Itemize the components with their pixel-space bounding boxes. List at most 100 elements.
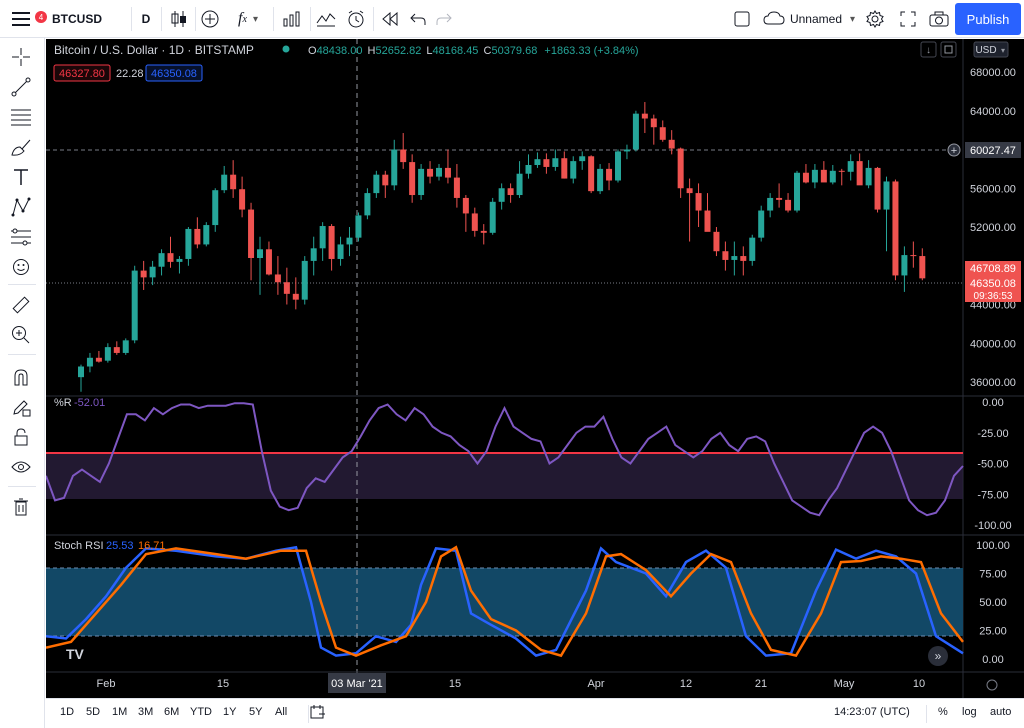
candle-body xyxy=(310,248,317,261)
range-button[interactable]: 5D xyxy=(86,706,100,718)
crosshair-time-label: 03 Mar '21 xyxy=(331,678,383,690)
lock-drawings-pencil-icon[interactable] xyxy=(8,394,34,420)
symbol-search[interactable]: BTCUSD xyxy=(44,6,130,32)
auto-scale-toggle[interactable]: auto xyxy=(990,706,1011,718)
lock-icon[interactable] xyxy=(8,424,34,450)
text-tool-icon[interactable] xyxy=(8,164,34,190)
range-button[interactable]: 6M xyxy=(164,706,179,718)
zoom-in-icon[interactable] xyxy=(8,322,34,348)
time-axis[interactable]: Feb 15 15 Apr 12 21 May 10 xyxy=(97,678,926,690)
price-tick-label: 68000.00 xyxy=(970,67,1016,79)
maximize-pane-button[interactable] xyxy=(940,41,957,58)
range-button[interactable]: 3M xyxy=(138,706,153,718)
candle-body xyxy=(462,197,469,214)
emoji-icon[interactable] xyxy=(8,254,34,280)
candle-body xyxy=(489,201,496,233)
williams-label[interactable]: %R xyxy=(54,397,72,409)
compare-icon[interactable] xyxy=(198,6,222,32)
menu-icon[interactable]: 4 xyxy=(6,6,47,32)
percent-scale-toggle[interactable]: % xyxy=(938,706,948,718)
candle-body xyxy=(802,172,809,183)
range-button[interactable]: All xyxy=(275,706,287,718)
trash-icon[interactable] xyxy=(8,494,34,520)
price-tick-label: 56000.00 xyxy=(970,183,1016,195)
range-button[interactable]: YTD xyxy=(190,706,212,718)
candle-body xyxy=(713,231,720,252)
candle-body xyxy=(373,174,380,194)
buy-price: 46350.08 xyxy=(151,68,197,80)
prediction-tool-icon[interactable] xyxy=(8,224,34,250)
candle-body xyxy=(104,347,111,361)
redo-icon[interactable] xyxy=(432,6,456,32)
candle-body xyxy=(623,149,630,152)
candle-body xyxy=(749,237,756,261)
chart-settings-sun-icon[interactable] xyxy=(986,679,998,691)
undo-icon[interactable] xyxy=(406,6,430,32)
crosshair-icon[interactable] xyxy=(8,44,34,70)
candle-body xyxy=(632,113,639,150)
eye-icon[interactable] xyxy=(8,454,34,480)
candle-body xyxy=(776,197,783,200)
range-button[interactable]: 1D xyxy=(60,706,74,718)
candle-body xyxy=(534,159,541,165)
williams-axis[interactable]: 0.00 -25.00 -50.00 -75.00 -100.00 xyxy=(974,397,1011,532)
settings-gear-icon[interactable] xyxy=(862,6,888,32)
symbol-title[interactable]: Bitcoin / U.S. Dollar · 1D · BITSTAMP xyxy=(54,43,254,57)
clock-time[interactable]: 14:23:07 (UTC) xyxy=(834,706,910,718)
alert-chart-icon[interactable] xyxy=(313,6,339,32)
stoch-label[interactable]: Stoch RSI xyxy=(54,540,104,552)
fullscreen-icon[interactable] xyxy=(895,6,921,32)
candle-body xyxy=(283,282,290,294)
interval-button[interactable]: D xyxy=(134,6,158,32)
tradingview-logo[interactable]: TV xyxy=(66,646,85,662)
replay-icon[interactable] xyxy=(377,6,403,32)
candle-body xyxy=(265,249,272,275)
candle-body xyxy=(418,168,425,196)
williams-band xyxy=(46,453,963,499)
templates-icon[interactable] xyxy=(278,6,306,32)
stoch-k-value: 25.53 xyxy=(106,540,134,552)
market-status-dot[interactable] xyxy=(282,45,290,53)
stoch-tick-label: 75.00 xyxy=(979,569,1007,581)
pattern-icon[interactable] xyxy=(8,194,34,220)
range-button[interactable]: 5Y xyxy=(249,706,262,718)
magnet-icon[interactable] xyxy=(8,364,34,390)
range-button[interactable]: 1Y xyxy=(223,706,236,718)
select-all-checkbox-icon[interactable] xyxy=(730,6,754,32)
log-scale-toggle[interactable]: log xyxy=(962,706,977,718)
bid-price-label: 46350.08 xyxy=(970,278,1016,290)
range-button[interactable]: 1M xyxy=(112,706,127,718)
williams-tick-label: 0.00 xyxy=(982,397,1003,409)
indicators-button[interactable]: f x ▾ xyxy=(228,6,268,32)
candles-chart-type-icon[interactable] xyxy=(166,6,192,32)
spread-value: 22.28 xyxy=(116,68,144,80)
candle-body xyxy=(516,173,523,196)
candle-body xyxy=(794,172,800,211)
publish-button[interactable]: Publish xyxy=(955,3,1021,35)
candle-body xyxy=(230,174,237,190)
alert-clock-icon[interactable] xyxy=(343,6,369,32)
candle-body xyxy=(892,181,899,276)
candles-group[interactable] xyxy=(78,102,926,392)
ruler-icon[interactable] xyxy=(8,292,34,318)
candle-body xyxy=(686,188,693,194)
brush-icon[interactable] xyxy=(8,134,34,160)
candle-body xyxy=(95,357,102,362)
candle-body xyxy=(122,340,129,353)
candle-body xyxy=(436,167,442,177)
chart-canvas[interactable]: Bitcoin / U.S. Dollar · 1D · BITSTAMP O4… xyxy=(45,39,1024,698)
price-axis[interactable]: 68000.0064000.0060000.0056000.0052000.00… xyxy=(970,67,1016,389)
candle-body xyxy=(865,167,872,186)
trend-line-icon[interactable] xyxy=(8,74,34,100)
williams-tick-label: -50.00 xyxy=(977,459,1008,471)
camera-snapshot-icon[interactable] xyxy=(926,6,952,32)
candle-body xyxy=(919,256,926,279)
candle-body xyxy=(811,169,818,183)
chart-area[interactable]: Bitcoin / U.S. Dollar · 1D · BITSTAMP O4… xyxy=(45,39,1024,698)
fib-retracement-icon[interactable] xyxy=(8,104,34,130)
stoch-axis[interactable]: 100.00 75.00 50.00 25.00 0.00 xyxy=(976,540,1010,666)
candle-body xyxy=(78,366,84,378)
layout-name-button[interactable]: Unnamed ▾ xyxy=(760,6,858,32)
go-to-date-icon[interactable] xyxy=(310,704,326,723)
maximize-icon xyxy=(944,45,953,54)
